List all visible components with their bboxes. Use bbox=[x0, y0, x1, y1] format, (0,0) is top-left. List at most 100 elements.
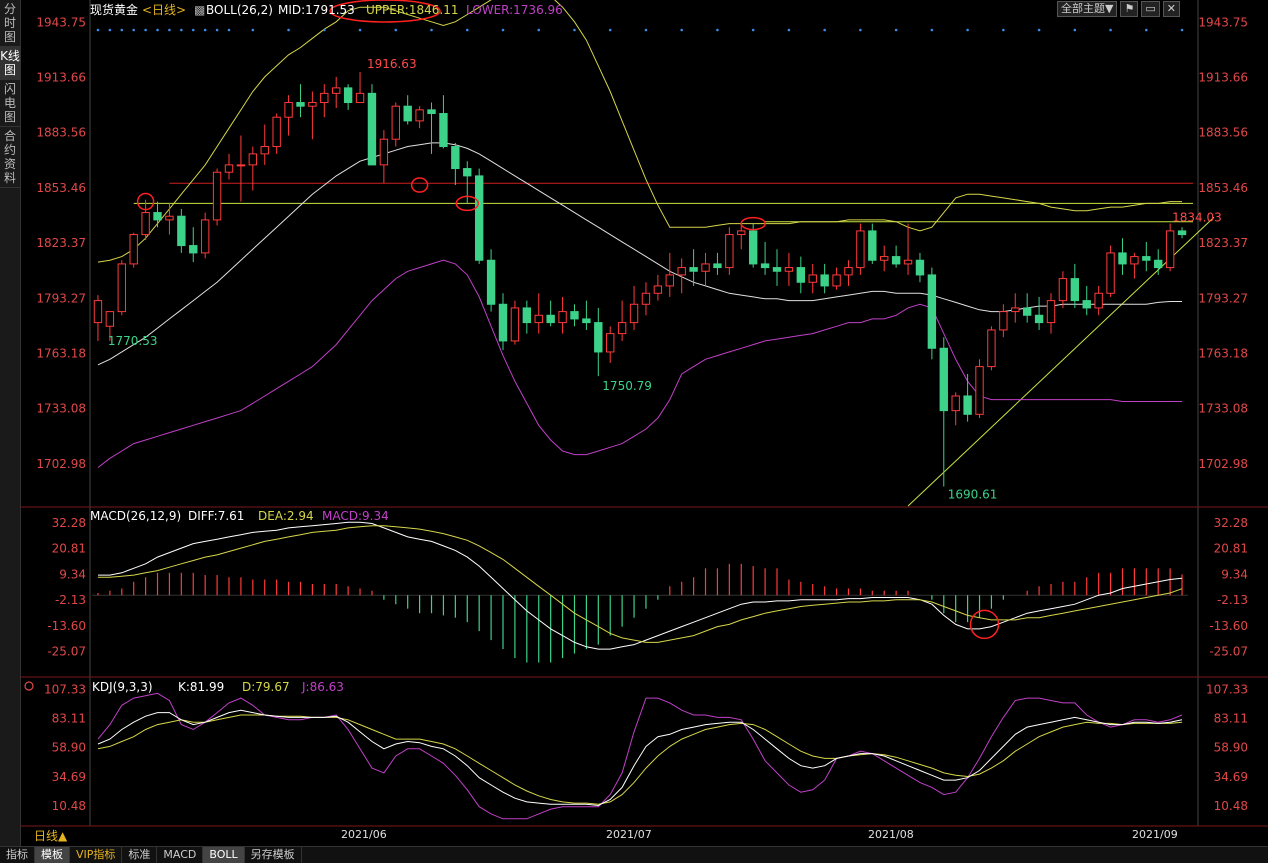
main-tick-right: 1913.66 bbox=[1198, 70, 1248, 84]
window-icon[interactable]: ▭ bbox=[1141, 1, 1160, 17]
tab-indicator[interactable]: 指标 bbox=[0, 847, 35, 863]
signal-dot bbox=[465, 28, 469, 32]
signal-dot bbox=[787, 28, 791, 32]
main-tick-right: 1733.08 bbox=[1198, 402, 1248, 416]
candle-body bbox=[713, 263, 722, 269]
macd-tick-left: -13.60 bbox=[47, 619, 86, 633]
main-header-item: 现货黄金 bbox=[90, 2, 138, 17]
kdj-chart-layer bbox=[24, 681, 1183, 820]
kdj-tick-right: 34.69 bbox=[1214, 770, 1248, 784]
signal-dot bbox=[323, 28, 326, 32]
candle-body bbox=[1034, 314, 1044, 324]
theme-dropdown[interactable]: 全部主题▼ bbox=[1057, 1, 1118, 17]
signal-dot bbox=[394, 28, 398, 32]
candle-body bbox=[737, 230, 746, 236]
main-tick-right: 1793.27 bbox=[1198, 291, 1248, 305]
candle-body bbox=[653, 285, 663, 294]
signal-dot bbox=[930, 28, 934, 32]
candle-body bbox=[748, 230, 758, 265]
tab-save-template[interactable]: 另存模板 bbox=[245, 847, 302, 863]
signal-dot bbox=[501, 28, 505, 32]
tab-template[interactable]: 模板 bbox=[35, 847, 70, 863]
signal-dot bbox=[1073, 28, 1077, 32]
signal-dot bbox=[1002, 28, 1005, 32]
candle-body bbox=[701, 263, 710, 272]
candle-body bbox=[1177, 230, 1187, 236]
macd-tick-right: 20.81 bbox=[1214, 542, 1248, 556]
signal-dot bbox=[287, 28, 290, 32]
candle-body bbox=[582, 318, 591, 324]
macd-tick-right: 9.34 bbox=[1221, 567, 1248, 581]
candle-body bbox=[1046, 300, 1056, 324]
candle-body bbox=[93, 300, 103, 324]
tab-macd[interactable]: MACD bbox=[157, 847, 204, 863]
signal-dot bbox=[191, 28, 195, 32]
candle-body bbox=[296, 102, 305, 107]
kdj-k-line bbox=[97, 709, 1183, 807]
candle-body bbox=[463, 168, 472, 177]
candle-body bbox=[1130, 256, 1139, 265]
candle-body bbox=[951, 395, 960, 412]
kdj-settings-icon bbox=[24, 681, 34, 691]
signal-dot bbox=[537, 28, 541, 32]
kdj-tick-left: 83.11 bbox=[52, 711, 86, 725]
candle-body bbox=[427, 109, 436, 115]
candle-body bbox=[308, 102, 317, 107]
tab-standard[interactable]: 标准 bbox=[122, 847, 158, 863]
close-icon[interactable]: ✕ bbox=[1162, 1, 1180, 17]
candle-body bbox=[153, 212, 162, 221]
main-tick-left: 1853.46 bbox=[36, 181, 86, 195]
candle-body bbox=[772, 267, 782, 272]
macd-tick-left: -25.07 bbox=[47, 644, 86, 658]
candle-body bbox=[606, 333, 615, 353]
kdj-tick-left: 58.90 bbox=[52, 741, 86, 755]
signal-dot bbox=[1145, 28, 1148, 32]
kdj-tick-right: 83.11 bbox=[1214, 711, 1248, 725]
candle-body bbox=[260, 146, 269, 155]
low-label-3: 1690.61 bbox=[948, 488, 998, 502]
candle-body bbox=[403, 105, 412, 122]
main-header-item: ▩ bbox=[194, 3, 205, 17]
candle-body bbox=[1165, 230, 1175, 269]
date-label: 2021/06 bbox=[341, 828, 387, 841]
sidebar-item-contract[interactable]: 合约资料 bbox=[0, 127, 20, 188]
candle-body bbox=[927, 274, 937, 349]
candle-body bbox=[248, 153, 258, 166]
tab-vip-indicator[interactable]: VIP指标 bbox=[70, 847, 123, 863]
kdj-header-item: D:79.67 bbox=[242, 680, 290, 694]
candle-body bbox=[343, 87, 353, 104]
candle-body bbox=[915, 259, 925, 276]
main-tick-left: 1702.98 bbox=[36, 457, 86, 471]
candle-body bbox=[498, 303, 508, 342]
signal-dot bbox=[894, 28, 898, 32]
tab-boll[interactable]: BOLL bbox=[203, 847, 245, 863]
signal-dot bbox=[156, 28, 159, 32]
candle-body bbox=[451, 146, 460, 170]
main-chart-layer bbox=[93, 0, 1215, 507]
candle-body bbox=[1106, 252, 1115, 294]
sidebar-item-flash[interactable]: 闪电图 bbox=[0, 80, 20, 127]
sidebar-item-kline[interactable]: K线图 bbox=[0, 47, 20, 80]
macd-tick-left: -2.13 bbox=[55, 593, 86, 607]
macd-tick-left: 32.28 bbox=[52, 516, 86, 530]
signal-dot bbox=[132, 28, 135, 32]
candle-body bbox=[355, 92, 365, 104]
candle-body bbox=[141, 212, 150, 236]
flag-icon[interactable]: ⚑ bbox=[1120, 1, 1139, 17]
main-tick-right: 1883.56 bbox=[1198, 126, 1248, 140]
candle-body bbox=[880, 256, 889, 261]
kdj-header-item: KDJ(9,3,3) bbox=[92, 680, 153, 694]
main-tick-right: 1763.18 bbox=[1198, 346, 1248, 360]
candle-body bbox=[903, 259, 913, 265]
sidebar-item-timeshare[interactable]: 分时图 bbox=[0, 0, 20, 47]
macd-tick-right: -13.60 bbox=[1209, 619, 1248, 633]
macd-tick-left: 20.81 bbox=[52, 542, 86, 556]
candle-body bbox=[570, 311, 579, 320]
boll-mid-line bbox=[97, 142, 1182, 366]
macd-tick-left: 9.34 bbox=[59, 567, 86, 581]
candle-body bbox=[832, 274, 841, 287]
candle-body bbox=[177, 215, 186, 247]
macd-dea-line bbox=[98, 525, 1183, 643]
signal-dot bbox=[168, 28, 171, 32]
candle-body bbox=[1022, 307, 1032, 316]
